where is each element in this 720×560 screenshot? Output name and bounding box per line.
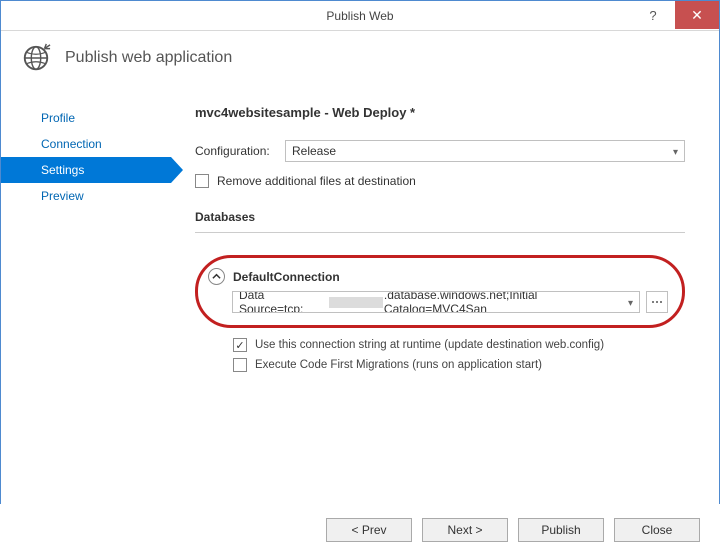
button-label: Close xyxy=(642,523,673,537)
dialog-heading: Publish web application xyxy=(65,49,232,67)
execute-migrations-checkbox[interactable] xyxy=(233,358,247,372)
connection-options: Use this connection string at runtime (u… xyxy=(233,338,685,372)
execute-migrations-label: Execute Code First Migrations (runs on a… xyxy=(255,359,542,371)
connection-string-input[interactable]: Data Source=tcp: .database.windows.net;In… xyxy=(232,291,640,313)
configuration-select[interactable]: Release ▾ xyxy=(285,140,685,162)
remove-files-row: Remove additional files at destination xyxy=(195,174,685,188)
page-title: mvc4websitesample - Web Deploy * xyxy=(195,105,685,120)
databases-section-label: Databases xyxy=(195,210,685,224)
dialog-body: Profile Connection Settings Preview mvc4… xyxy=(1,87,719,378)
sidebar-item-label: Profile xyxy=(41,111,75,125)
button-label: < Prev xyxy=(351,523,386,537)
use-runtime-row: Use this connection string at runtime (u… xyxy=(233,338,685,352)
sidebar-item-preview[interactable]: Preview xyxy=(1,183,171,209)
next-button[interactable]: Next > xyxy=(422,518,508,542)
close-button[interactable]: Close xyxy=(614,518,700,542)
close-window-button[interactable]: ✕ xyxy=(675,1,719,29)
configuration-label: Configuration: xyxy=(195,144,285,158)
connection-string-suffix: .database.windows.net;Initial Catalog=MV… xyxy=(384,291,633,313)
sidebar-item-label: Connection xyxy=(41,137,102,151)
sidebar-item-settings[interactable]: Settings xyxy=(1,157,171,183)
chevron-up-icon xyxy=(212,272,221,281)
configuration-value: Release xyxy=(292,144,336,158)
chevron-down-icon: ▾ xyxy=(628,298,633,309)
remove-files-label: Remove additional files at destination xyxy=(217,174,416,188)
configuration-row: Configuration: Release ▾ xyxy=(195,140,685,162)
browse-button[interactable] xyxy=(646,291,668,313)
dialog-footer: < Prev Next > Publish Close xyxy=(0,504,720,560)
expander-toggle[interactable] xyxy=(208,268,225,285)
connection-string-row: Data Source=tcp: .database.windows.net;In… xyxy=(232,291,668,313)
use-runtime-label: Use this connection string at runtime (u… xyxy=(255,339,604,351)
connection-name: DefaultConnection xyxy=(233,270,340,284)
redacted-segment xyxy=(329,297,383,308)
content-panel: mvc4websitesample - Web Deploy * Configu… xyxy=(171,87,715,378)
prev-button[interactable]: < Prev xyxy=(326,518,412,542)
sidebar-item-profile[interactable]: Profile xyxy=(1,105,171,131)
publish-button[interactable]: Publish xyxy=(518,518,604,542)
window-title: Publish Web xyxy=(1,9,719,23)
globe-icon xyxy=(21,43,51,73)
ellipsis-icon xyxy=(651,296,663,308)
execute-migrations-row: Execute Code First Migrations (runs on a… xyxy=(233,358,685,372)
chevron-down-icon: ▾ xyxy=(673,147,678,158)
sidebar-item-label: Settings xyxy=(41,163,84,177)
section-divider xyxy=(195,232,685,233)
window-controls: ? ✕ xyxy=(631,1,719,31)
sidebar-item-connection[interactable]: Connection xyxy=(1,131,171,157)
connection-header: DefaultConnection xyxy=(208,268,668,285)
remove-files-checkbox[interactable] xyxy=(195,174,209,188)
titlebar: Publish Web ? ✕ xyxy=(1,1,719,31)
button-label: Next > xyxy=(447,523,482,537)
use-runtime-checkbox[interactable] xyxy=(233,338,247,352)
button-label: Publish xyxy=(541,523,580,537)
dialog-header: Publish web application xyxy=(1,31,719,87)
sidebar-item-label: Preview xyxy=(41,189,84,203)
connection-highlight: DefaultConnection Data Source=tcp: .datab… xyxy=(195,255,685,328)
sidebar: Profile Connection Settings Preview xyxy=(1,87,171,378)
connection-string-prefix: Data Source=tcp: xyxy=(239,291,328,313)
help-button[interactable]: ? xyxy=(631,1,675,29)
